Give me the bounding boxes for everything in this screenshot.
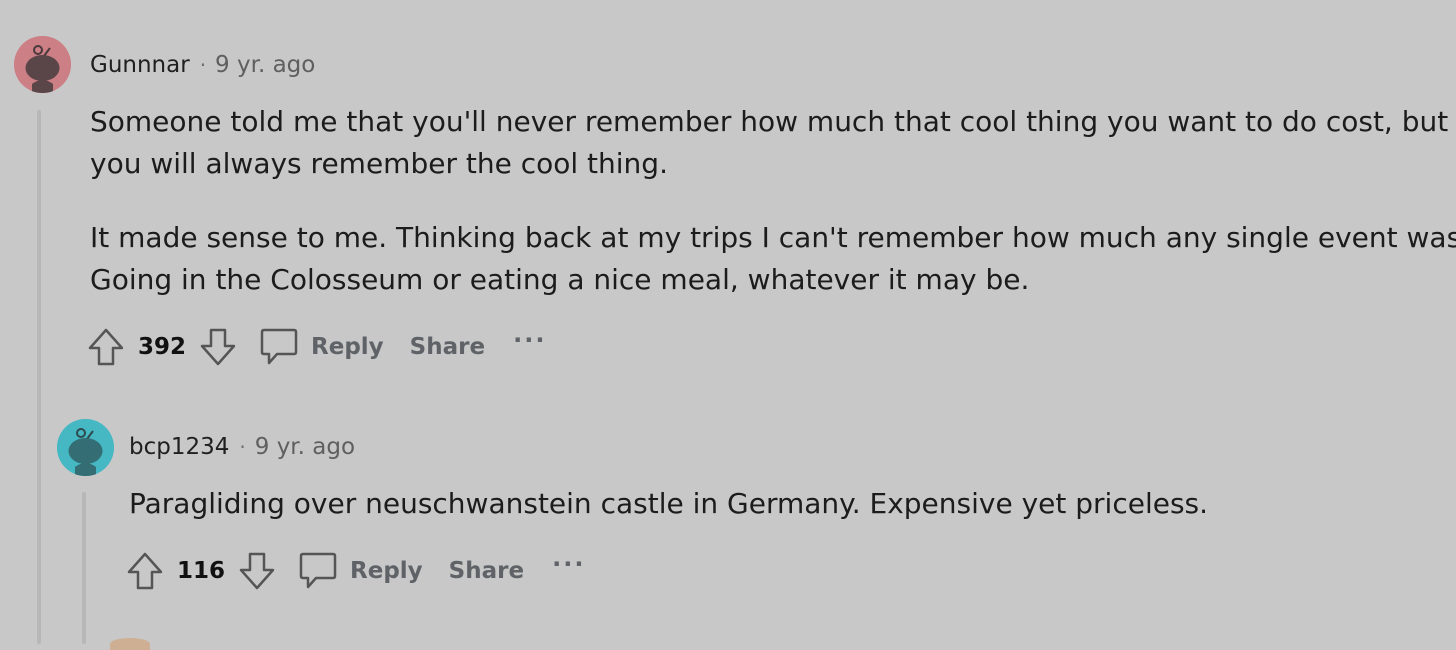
reply-label: Reply: [311, 334, 384, 360]
body-line: Paragliding over neuschwanstein castle i…: [129, 487, 1209, 520]
upvote-icon[interactable]: [87, 327, 125, 367]
comment-body: Paragliding over neuschwanstein castle i…: [129, 483, 1208, 525]
timestamp[interactable]: 9 yr. ago: [215, 52, 315, 78]
author-name[interactable]: Gunnnar: [90, 52, 190, 78]
share-button[interactable]: Share: [410, 334, 485, 360]
thread-line-1[interactable]: [37, 110, 41, 644]
comment-bubble-icon: [260, 328, 298, 365]
reply-button[interactable]: Reply: [259, 326, 384, 368]
more-options-icon[interactable]: ···: [552, 552, 585, 583]
comment-bubble-icon: [299, 552, 337, 589]
meta-separator: ·: [199, 53, 207, 77]
comment-body: Someone told me that you'll never rememb…: [90, 101, 1448, 185]
avatar[interactable]: [57, 419, 114, 476]
comment-meta: Gunnnar · 9 yr. ago: [90, 52, 315, 78]
comment-actions: 116 Reply Share ···: [126, 550, 585, 592]
comment-actions: 392 Reply Share ···: [87, 326, 546, 368]
comment-meta: bcp1234 · 9 yr. ago: [129, 434, 355, 460]
meta-separator: ·: [239, 435, 246, 459]
thread-line-2[interactable]: [82, 492, 86, 644]
body-line: you will always remember the cool thing.: [90, 147, 668, 180]
snoo-avatar-icon: [57, 419, 114, 476]
avatar[interactable]: [14, 36, 71, 93]
vote-count: 116: [177, 558, 226, 584]
comment-body: It made sense to me. Thinking back at my…: [90, 217, 1456, 301]
reply-button[interactable]: Reply: [298, 550, 423, 592]
downvote-icon[interactable]: [199, 327, 237, 367]
downvote-icon[interactable]: [238, 551, 276, 591]
upvote-icon[interactable]: [126, 551, 164, 591]
next-avatar-partial: [110, 638, 150, 650]
more-options-icon[interactable]: ···: [513, 328, 546, 359]
reply-label: Reply: [350, 558, 423, 584]
timestamp[interactable]: 9 yr. ago: [255, 434, 355, 460]
vote-count: 392: [138, 334, 187, 360]
author-name[interactable]: bcp1234: [129, 434, 229, 460]
body-line: Someone told me that you'll never rememb…: [90, 105, 1449, 138]
snoo-avatar-icon: [14, 36, 71, 93]
body-line: It made sense to me. Thinking back at my…: [90, 221, 1456, 254]
share-button[interactable]: Share: [449, 558, 524, 584]
body-line: Going in the Colosseum or eating a nice …: [90, 263, 1030, 296]
